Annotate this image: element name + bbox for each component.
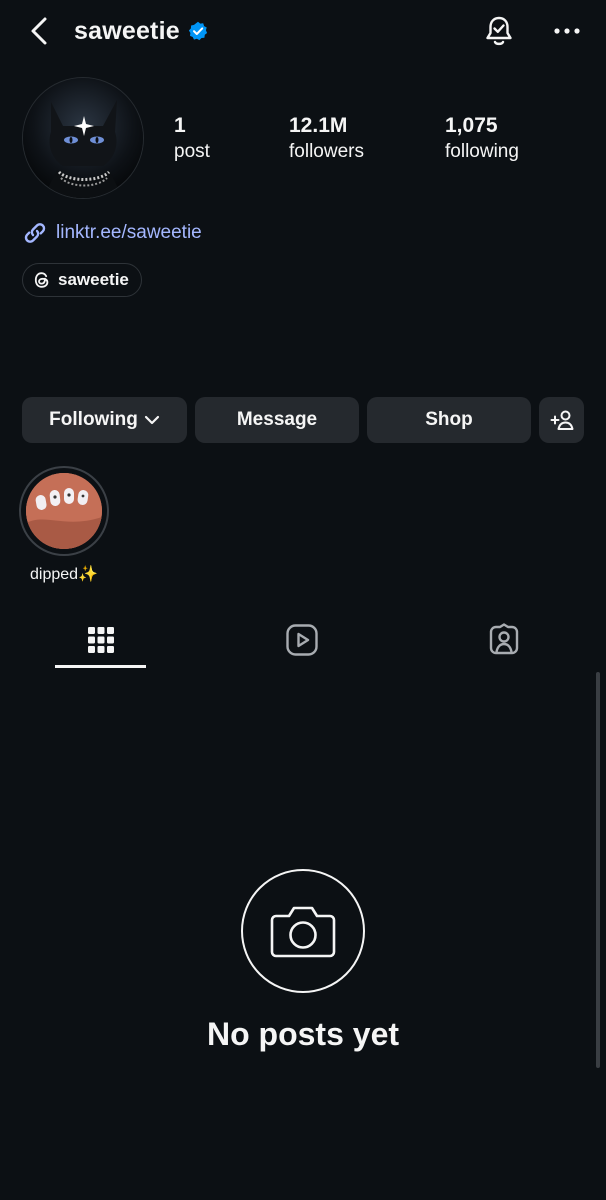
username: saweetie — [74, 16, 180, 45]
following-stat[interactable]: 1,075 following — [445, 112, 519, 164]
tab-tagged[interactable] — [458, 612, 550, 668]
tab-posts-grid[interactable] — [55, 612, 147, 668]
followers-stat[interactable]: 12.1M followers — [289, 112, 364, 164]
more-options-button[interactable] — [548, 12, 586, 50]
highlight-label: dipped✨ — [30, 566, 98, 583]
top-bar: saweetie — [0, 0, 606, 64]
tab-reels[interactable] — [256, 612, 348, 668]
message-button-label: Message — [236, 409, 318, 430]
shop-button-label: Shop — [425, 409, 473, 430]
following-label: following — [445, 141, 519, 162]
threads-icon — [34, 272, 49, 288]
profile-stats: 1 post 12.1M followers 1,075 following — [0, 112, 606, 172]
verified-badge-icon — [188, 21, 208, 41]
shop-button[interactable]: Shop — [367, 397, 531, 443]
tagged-icon — [489, 623, 519, 655]
bio-link-text: linktr.ee/saweetie — [56, 222, 202, 243]
story-highlight[interactable]: dipped✨ — [18, 466, 110, 584]
chevron-left-icon — [31, 17, 47, 45]
profile-actions: Following Message Shop — [22, 397, 584, 443]
empty-state-camera-circle — [241, 869, 365, 993]
following-count: 1,075 — [445, 114, 498, 137]
bio-link[interactable]: linktr.ee/saweetie — [22, 218, 202, 248]
camera-icon — [270, 906, 336, 958]
suggested-users-button[interactable] — [539, 397, 584, 443]
following-button[interactable]: Following — [22, 397, 187, 443]
add-user-icon — [550, 410, 573, 430]
username-title: saweetie — [74, 14, 208, 48]
profile-screen: saweetie 1 post 12.1M followers 1,075 fo… — [0, 0, 606, 1200]
grid-icon — [88, 627, 114, 653]
following-button-label: Following — [49, 409, 138, 430]
posts-label: post — [174, 141, 210, 162]
followers-label: followers — [289, 141, 364, 162]
more-horizontal-icon — [554, 28, 580, 34]
link-icon — [24, 223, 46, 243]
empty-state-title: No posts yet — [206, 1016, 400, 1052]
profile-tabs — [0, 612, 606, 670]
followers-count: 12.1M — [289, 114, 348, 137]
highlight-ring — [19, 466, 109, 556]
posts-count: 1 — [174, 114, 186, 137]
chevron-down-icon — [144, 415, 160, 425]
threads-handle: saweetie — [58, 270, 129, 289]
reels-icon — [286, 624, 318, 656]
message-button[interactable]: Message — [195, 397, 359, 443]
notifications-button[interactable] — [480, 12, 518, 50]
bell-check-icon — [486, 16, 512, 46]
back-button[interactable] — [22, 14, 56, 48]
highlight-cover — [26, 473, 102, 549]
active-tab-indicator — [55, 665, 146, 668]
threads-badge[interactable]: saweetie — [22, 263, 142, 297]
scrollbar[interactable] — [596, 672, 600, 1068]
posts-stat[interactable]: 1 post — [174, 112, 210, 164]
